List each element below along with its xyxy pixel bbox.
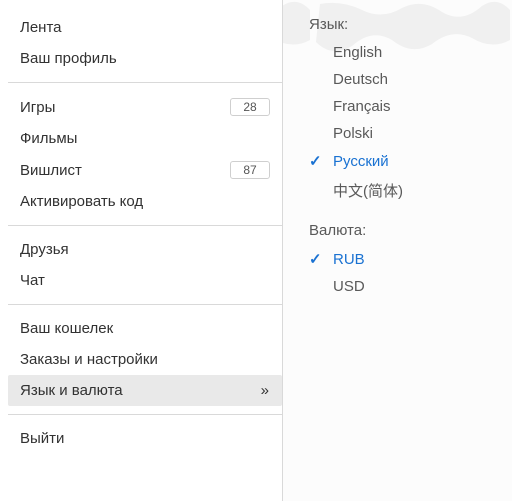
- language-option-zh[interactable]: 中文(简体): [283, 175, 512, 206]
- sidebar-item-label: Ваш кошелек: [20, 320, 113, 337]
- lang-currency-panel: Язык:EnglishDeutschFrançaisPolski✓Русски…: [283, 0, 512, 501]
- sidebar-item-label: Фильмы: [20, 130, 77, 147]
- sidebar-item-label: Активировать код: [20, 193, 143, 210]
- language-title: Язык:: [283, 16, 512, 39]
- option-label: Deutsch: [333, 71, 388, 88]
- sidebar-item-label: Вишлист: [20, 162, 82, 179]
- sidebar-item-label: Ваш профиль: [20, 50, 117, 67]
- sidebar-item-redeem[interactable]: Активировать код: [8, 186, 282, 217]
- currency-title: Валюта:: [283, 222, 512, 245]
- divider: [8, 304, 282, 305]
- option-label: Français: [333, 98, 391, 115]
- sidebar-item-wallet[interactable]: Ваш кошелек: [8, 313, 282, 344]
- option-label: Polski: [333, 125, 373, 142]
- language-option-de[interactable]: Deutsch: [283, 66, 512, 93]
- sidebar-item-label: Лента: [20, 19, 62, 36]
- option-label: RUB: [333, 251, 365, 268]
- sidebar-item-chat[interactable]: Чат: [8, 265, 282, 296]
- sidebar-item-label: Игры: [20, 99, 55, 116]
- count-badge: 87: [230, 161, 270, 179]
- sidebar-item-friends[interactable]: Друзья: [8, 234, 282, 265]
- sidebar-item-profile[interactable]: Ваш профиль: [8, 43, 282, 74]
- sidebar-item-label: Заказы и настройки: [20, 351, 158, 368]
- sidebar-item-label: Чат: [20, 272, 45, 289]
- divider: [8, 225, 282, 226]
- currency-section: Валюта:✓RUBUSD: [283, 218, 512, 312]
- sidebar-menu: Лента Ваш профиль Игры 28 Фильмы Вишлист 87 Акт…: [0, 0, 283, 501]
- currency-option-usd[interactable]: USD: [283, 273, 512, 300]
- sidebar-item-label: Язык и валюта: [20, 382, 123, 399]
- sidebar-item-games[interactable]: Игры 28: [8, 91, 282, 123]
- check-icon: ✓: [309, 250, 333, 268]
- sidebar-item-wishlist[interactable]: Вишлист 87: [8, 154, 282, 186]
- divider: [8, 414, 282, 415]
- currency-option-rub[interactable]: ✓RUB: [283, 245, 512, 273]
- sidebar-item-orders[interactable]: Заказы и настройки: [8, 344, 282, 375]
- language-option-fr[interactable]: Français: [283, 93, 512, 120]
- count-badge: 28: [230, 98, 270, 116]
- language-option-en[interactable]: English: [283, 39, 512, 66]
- sidebar-item-logout[interactable]: Выйти: [8, 423, 282, 454]
- language-section: Язык:EnglishDeutschFrançaisPolski✓Русски…: [283, 12, 512, 218]
- divider: [8, 82, 282, 83]
- option-label: 中文(简体): [333, 180, 403, 201]
- chevron-right-icon: »: [261, 382, 270, 399]
- sidebar-item-lang-currency[interactable]: Язык и валюта »: [8, 375, 282, 406]
- sidebar-item-label: Друзья: [20, 241, 69, 258]
- language-option-pl[interactable]: Polski: [283, 120, 512, 147]
- sidebar-item-label: Выйти: [20, 430, 64, 447]
- option-label: USD: [333, 278, 365, 295]
- language-option-ru[interactable]: ✓Русский: [283, 147, 512, 175]
- sidebar-item-feed[interactable]: Лента: [8, 12, 282, 43]
- sidebar-item-movies[interactable]: Фильмы: [8, 123, 282, 154]
- option-label: Русский: [333, 153, 389, 170]
- option-label: English: [333, 44, 382, 61]
- check-icon: ✓: [309, 152, 333, 170]
